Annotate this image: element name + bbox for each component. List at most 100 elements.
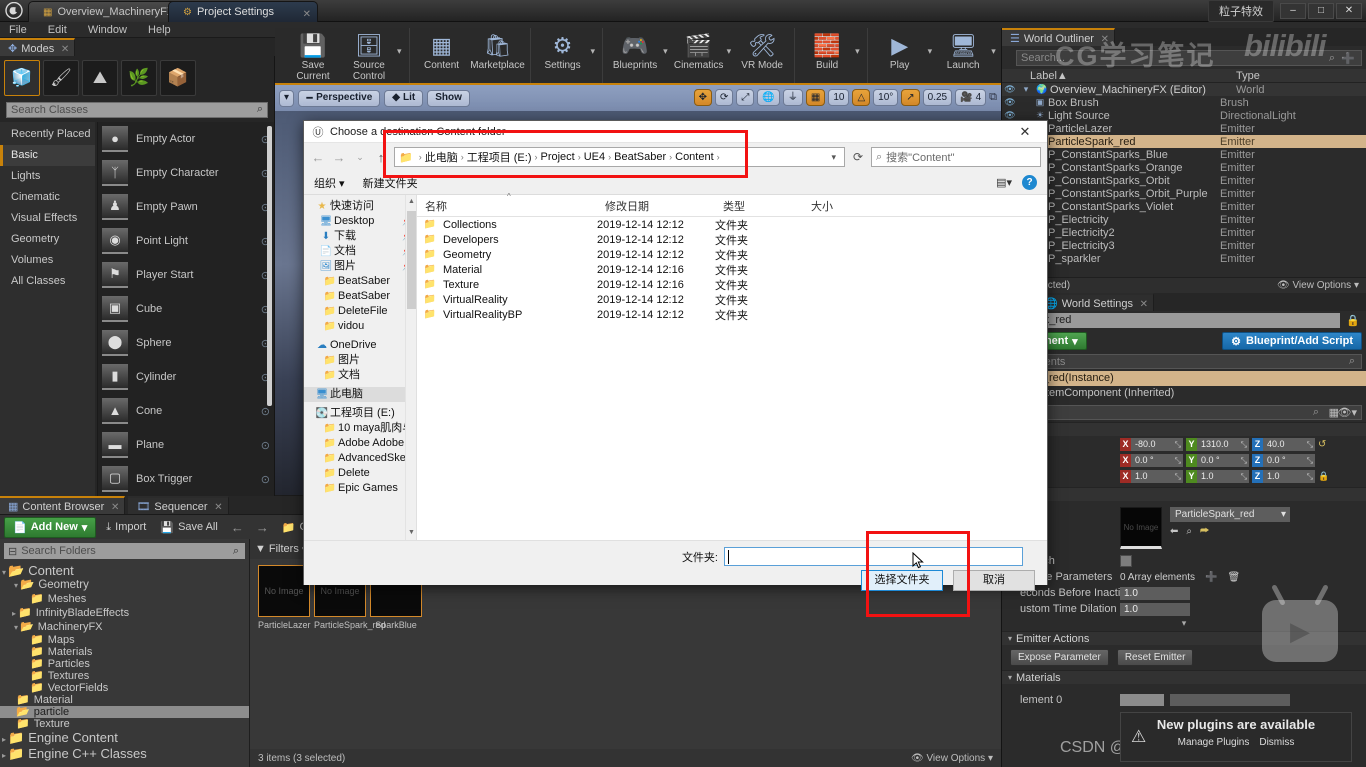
world-coords-button[interactable]: 🌐: [757, 89, 780, 106]
nav-maya-folder[interactable]: 📁 10 maya肌肉与: [304, 421, 416, 436]
nav-deletefile[interactable]: 📁 DeleteFile: [304, 304, 416, 319]
collapse-icon[interactable]: ⊟: [8, 545, 17, 558]
translate-gizmo-button[interactable]: ✥: [693, 89, 713, 106]
nav-desktop[interactable]: 🖥Desktop📌: [304, 214, 416, 229]
axis-x-value[interactable]: 0.0 °: [1131, 453, 1183, 467]
chevron-down-icon[interactable]: ▾: [727, 46, 735, 65]
column-name[interactable]: 名称 ^: [417, 192, 597, 214]
category-geometry[interactable]: Geometry: [0, 229, 95, 250]
table-row[interactable]: ✳ ParticleLazer Emitter: [1002, 122, 1366, 135]
browse-icon[interactable]: ⌕: [1186, 526, 1192, 537]
chevron-right-icon[interactable]: ▸: [12, 609, 16, 618]
camera-speed-button[interactable]: 🎥 4: [955, 89, 987, 106]
add-element-icon[interactable]: ➕: [1205, 572, 1217, 583]
list-item[interactable]: ▲ Cone ⊙: [98, 394, 274, 428]
table-row[interactable]: ✳ P_sparkler Emitter: [1002, 252, 1366, 265]
breadcrumb-segment[interactable]: UE4: [584, 151, 605, 163]
location-x[interactable]: X -80.0: [1120, 437, 1183, 451]
rotation-x[interactable]: X 0.0 °: [1120, 453, 1183, 467]
angle-snap-value[interactable]: 10°: [873, 89, 899, 106]
chevron-down-icon[interactable]: ▾: [855, 46, 863, 65]
actor-name-input[interactable]: leSpark_red: [1008, 313, 1341, 328]
axis-z-value[interactable]: 0.0 °: [1263, 453, 1315, 467]
custom-time-dilation-input[interactable]: 1.0: [1120, 602, 1190, 616]
forward-icon[interactable]: →: [331, 150, 347, 165]
axis-y-value[interactable]: 0.0 °: [1197, 453, 1249, 467]
component-row-particlesystem[interactable]: ticleSystemComponent (Inherited): [1002, 386, 1366, 401]
category-all-classes[interactable]: All Classes: [0, 271, 95, 292]
nav-beatsaber-2[interactable]: 📁 BeatSaber: [304, 289, 416, 304]
tree-item-texture[interactable]: 📁 Texture: [0, 718, 249, 730]
tree-item-infinitybladeeffects[interactable]: ▸ 📁 InfinityBladeEffects: [0, 606, 249, 620]
help-icon[interactable]: ⊙: [261, 405, 270, 418]
chevron-down-icon[interactable]: ▾: [14, 623, 18, 632]
tree-item-particle[interactable]: 📂 particle: [0, 706, 249, 718]
list-item[interactable]: ♟ Empty Pawn ⊙: [98, 190, 274, 224]
list-item[interactable]: ● Empty Actor ⊙: [98, 122, 274, 156]
close-button[interactable]: ✕: [1336, 3, 1362, 19]
category-recently-placed[interactable]: Recently Placed: [0, 124, 95, 145]
list-item[interactable]: ▣ Cube ⊙: [98, 292, 274, 326]
list-item[interactable]: ▬ Plane ⊙: [98, 428, 274, 462]
location-y[interactable]: Y 1310.0: [1186, 437, 1249, 451]
menu-item-file[interactable]: File: [0, 22, 36, 38]
table-row[interactable]: ✳ P_ConstantSparks_Violet Emitter: [1002, 200, 1366, 213]
dismiss-button[interactable]: Dismiss: [1259, 737, 1294, 748]
angle-snap-toggle[interactable]: △: [852, 89, 871, 106]
nav-beatsaber-1[interactable]: 📁 BeatSaber: [304, 274, 416, 289]
use-selected-icon[interactable]: ⬅: [1170, 526, 1178, 537]
import-button[interactable]: ⤓ Import: [102, 521, 150, 534]
folder-name-input[interactable]: [724, 547, 1023, 566]
grid-snap-value[interactable]: 10: [828, 89, 850, 106]
table-row[interactable]: 👁 ▣ Box Brush Brush: [1002, 96, 1366, 109]
tab-world-outliner[interactable]: ☰ World Outliner ✕: [1002, 28, 1115, 46]
back-button[interactable]: ←: [228, 520, 247, 535]
view-layout-button[interactable]: ▤▾: [996, 176, 1012, 189]
component-row-instance[interactable]: eSpark_red(Instance): [1002, 371, 1366, 386]
scale-snap-toggle[interactable]: ↗: [901, 89, 920, 106]
breadcrumb-segment[interactable]: 工程项目 (E:): [467, 149, 532, 165]
table-row[interactable]: 👁 ▾ 🌍 Overview_MachineryFX (Editor) Worl…: [1002, 83, 1366, 96]
reset-emitter-button[interactable]: Reset Emitter: [1116, 649, 1194, 666]
nav-documents[interactable]: 📄文档📌: [304, 244, 416, 259]
window-tab-project-settings[interactable]: ⚙ Project Settings ✕: [168, 1, 318, 22]
rotation-y[interactable]: Y 0.0 °: [1186, 453, 1249, 467]
forward-button[interactable]: →: [253, 520, 272, 535]
chevron-down-icon[interactable]: ▾: [397, 46, 405, 65]
tree-item-content[interactable]: ▾ 📂 Content: [0, 563, 249, 578]
play-button[interactable]: ▶ Play: [872, 28, 928, 71]
axis-y-value[interactable]: 1.0: [1197, 469, 1249, 483]
chevron-down-icon[interactable]: ▾: [928, 46, 936, 65]
expose-parameter-button[interactable]: Expose Parameter: [1010, 649, 1109, 666]
tree-item-vectorfields[interactable]: 📁 VectorFields: [0, 682, 249, 694]
location-z[interactable]: Z 40.0: [1252, 437, 1315, 451]
tab-modes[interactable]: ✥ Modes ✕: [0, 38, 76, 56]
rotation-z[interactable]: Z 0.0 °: [1252, 453, 1315, 467]
tree-item-machineryfx[interactable]: ▾ 📂 MachineryFX: [0, 620, 249, 634]
view-options-button[interactable]: 👁 View Options ▾: [911, 753, 993, 764]
blueprint-add-script-button[interactable]: ⚙ Blueprint/Add Script: [1222, 332, 1362, 350]
tree-item-textures[interactable]: 📁 Textures: [0, 670, 249, 682]
content-button[interactable]: ▦ Content: [414, 28, 470, 71]
table-row[interactable]: ✳ ParticleSpark_red Emitter: [1002, 135, 1366, 148]
table-row[interactable]: 📁 Texture 2019-12-14 12:16 文件夹: [417, 277, 1047, 292]
nav-this-pc[interactable]: 🖥 此电脑: [304, 387, 416, 402]
visibility-eye-icon[interactable]: 👁: [1002, 97, 1018, 108]
scale-y[interactable]: Y 1.0: [1186, 469, 1249, 483]
paint-mode-icon[interactable]: 🖌: [43, 60, 79, 96]
chevron-down-icon[interactable]: ▾: [663, 46, 671, 65]
tab-content-browser[interactable]: ▦ Content Browser ✕: [0, 496, 126, 514]
place-mode-icon[interactable]: 🧊: [4, 60, 40, 96]
foliage-mode-icon[interactable]: 🌿: [121, 60, 157, 96]
breadcrumb-segment[interactable]: Project: [540, 151, 574, 163]
column-modified[interactable]: 修改日期: [597, 198, 715, 214]
nav-vidou[interactable]: 📁 vidou: [304, 319, 416, 334]
delete-icon[interactable]: 🗑: [1228, 572, 1241, 583]
column-label[interactable]: Label▲: [1002, 70, 1232, 82]
save-current-button[interactable]: 💾 Save Current: [285, 28, 341, 82]
view-options-button[interactable]: 👁 View Options ▾: [1277, 280, 1359, 291]
table-row[interactable]: 👁 ☀ Light Source DirectionalLight: [1002, 109, 1366, 122]
reset-to-default-icon[interactable]: ↺: [1318, 439, 1326, 450]
nav-downloads[interactable]: ⬇下载📌: [304, 229, 416, 244]
breadcrumb-segment[interactable]: BeatSaber: [614, 151, 666, 163]
